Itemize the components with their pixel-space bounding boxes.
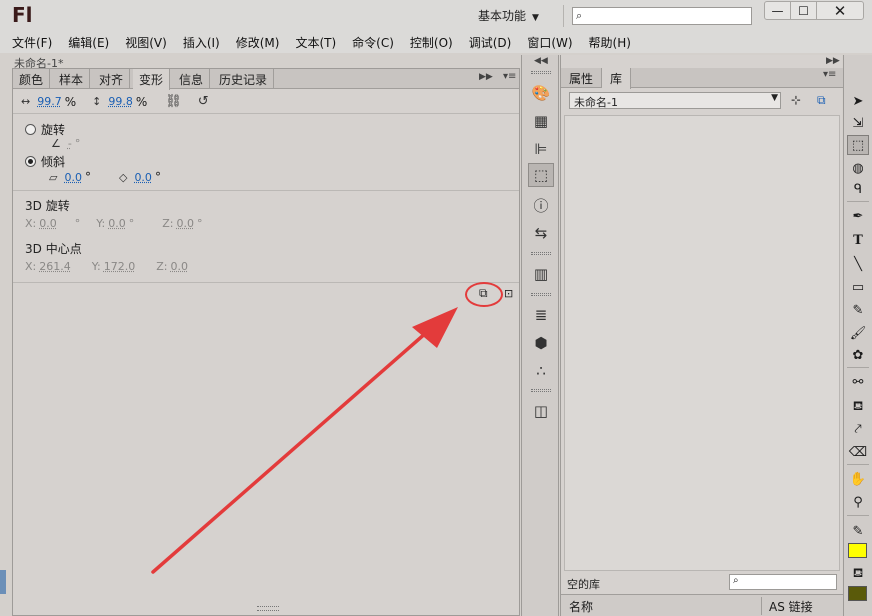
chevron-down-icon: ▼ [532, 13, 539, 23]
workspace-label: 基本功能 [478, 9, 527, 23]
panel-icon-dock: ◀◀ 🎨 ▦ ⊫ ⬚ ⓘ ⇆ ▥ ≣ ⬢ ∴ ◫ [521, 55, 559, 616]
color-panel-icon[interactable]: 🎨 [528, 81, 554, 105]
zoom-tool-icon[interactable]: ⚲ [847, 492, 869, 512]
library-panel-icon[interactable]: ▥ [528, 262, 554, 286]
pencil-tool-icon[interactable]: ✎ [847, 300, 869, 320]
library-document-value: 未命名-1 [574, 96, 618, 109]
title-separator [563, 5, 564, 27]
library-preview-area [564, 115, 840, 571]
workspace-switcher[interactable]: 基本功能 ▼ [478, 7, 539, 24]
menu-commands[interactable]: 命令(C) [344, 34, 402, 51]
search-icon: ⌕ [576, 9, 583, 22]
tools-panel: ➤ ⇲ ⬚ ◍ ᑫ ✒ T ╲ ▭ ✎ 🖌 ✿ ⚯ ⛾ ⤤ ⌫ ✋ ⚲ ✎ ⛾ [843, 55, 872, 616]
tool-divider [847, 464, 869, 465]
lasso-tool-icon[interactable]: ᑫ [847, 179, 869, 199]
deco-tool-icon[interactable]: ✿ [847, 345, 869, 365]
maximize-icon: ☐ [798, 3, 809, 18]
brush-tool-icon[interactable]: 🖌 [847, 323, 869, 343]
bone-tool-icon[interactable]: ⚯ [847, 372, 869, 392]
subselection-tool-icon[interactable]: ⇲ [847, 113, 869, 133]
tab-properties[interactable]: 属性 [561, 68, 603, 88]
motion-presets-icon[interactable]: ∴ [528, 359, 554, 383]
menu-control[interactable]: 控制(O) [402, 34, 461, 51]
library-column-header: 名称 AS 链接 [561, 594, 843, 616]
library-empty-label: 空的库 [567, 578, 600, 591]
search-icon: ⌕ [733, 575, 739, 586]
tool-divider [847, 367, 869, 368]
rectangle-tool-icon[interactable]: ▭ [847, 277, 869, 297]
menu-help[interactable]: 帮助(H) [581, 34, 639, 51]
close-button[interactable]: ✕ [816, 1, 864, 20]
app-logo: Fl [12, 3, 33, 27]
scene-panel-icon[interactable]: ◫ [528, 399, 554, 423]
tool-divider [847, 201, 869, 202]
expand-panel-icon[interactable]: ▶▶ [826, 56, 840, 66]
stroke-color-swatch[interactable] [848, 543, 867, 558]
3d-rotation-tool-icon[interactable]: ◍ [847, 158, 869, 178]
minimize-icon: — [771, 3, 784, 18]
tool-divider [847, 515, 869, 516]
maximize-button[interactable]: ☐ [790, 1, 817, 20]
menu-debug[interactable]: 调试(D) [461, 34, 520, 51]
fill-color-icon: ⛾ [852, 565, 864, 581]
dock-grip[interactable] [531, 252, 551, 255]
stage-edge [0, 570, 6, 594]
panel-menu-icon[interactable]: ▾≡ [823, 69, 836, 80]
library-panel: ▶▶ 属性 库 ▾≡ 未命名-1 ▼ ⊹ ⧉ 空的库 ⌕ 名称 AS 链接 [560, 55, 843, 616]
menu-view[interactable]: 视图(V) [117, 34, 175, 51]
resize-grip[interactable] [257, 606, 279, 611]
stroke-color-icon: ✎ [852, 523, 864, 539]
dock-grip[interactable] [531, 71, 551, 74]
pin-library-icon[interactable]: ⊹ [791, 93, 801, 107]
align-panel-icon[interactable]: ⊫ [528, 137, 554, 161]
swatches-panel-icon[interactable]: ▦ [528, 109, 554, 133]
transform-panel-icon[interactable]: ⬚ [528, 163, 554, 187]
info-panel-icon[interactable]: ⓘ [528, 193, 554, 217]
column-name[interactable]: 名称 [569, 598, 593, 615]
menu-edit[interactable]: 编辑(E) [60, 34, 117, 51]
components-icon[interactable]: ⬢ [528, 331, 554, 355]
menu-window[interactable]: 窗口(W) [519, 34, 580, 51]
column-divider[interactable] [761, 597, 762, 615]
tab-library[interactable]: 库 [602, 68, 632, 89]
fill-color-swatch[interactable] [848, 586, 867, 601]
eyedropper-tool-icon[interactable]: ⤤ [847, 419, 869, 439]
help-search-input[interactable]: ⌕ [572, 7, 752, 25]
text-tool-icon[interactable]: T [847, 230, 869, 250]
free-transform-tool-icon[interactable]: ⬚ [847, 135, 869, 155]
paint-bucket-tool-icon[interactable]: ⛾ [847, 397, 869, 417]
code-snippets-icon[interactable]: ≣ [528, 303, 554, 327]
hand-tool-icon[interactable]: ✋ [847, 469, 869, 489]
minimize-button[interactable]: — [764, 1, 791, 20]
menu-file[interactable]: 文件(F) [4, 34, 60, 51]
transform-panel: 颜色 样本 对齐 变形 信息 历史记录 ▶▶ ▾≡ ↔ 99.7 % ↕ 99.… [12, 68, 520, 616]
selection-tool-icon[interactable]: ➤ [847, 91, 869, 111]
menu-insert[interactable]: 插入(I) [175, 34, 228, 51]
new-library-panel-icon[interactable]: ⧉ [817, 93, 826, 108]
pen-tool-icon[interactable]: ✒ [847, 206, 869, 226]
chevron-down-icon: ▼ [771, 93, 778, 103]
library-document-select[interactable]: 未命名-1 ▼ [569, 92, 781, 109]
dock-grip[interactable] [531, 293, 551, 296]
collapse-dock-icon[interactable]: ◀◀ [534, 56, 548, 66]
eraser-tool-icon[interactable]: ⌫ [847, 442, 869, 462]
line-tool-icon[interactable]: ╲ [847, 254, 869, 274]
document-tab[interactable]: 未命名-1* [14, 55, 94, 70]
library-search-input[interactable]: ⌕ [729, 574, 837, 590]
close-icon: ✕ [833, 1, 847, 20]
dock-grip[interactable] [531, 389, 551, 392]
history-panel-icon[interactable]: ⇆ [528, 221, 554, 245]
menu-text[interactable]: 文本(T) [287, 34, 344, 51]
menu-modify[interactable]: 修改(M) [228, 34, 288, 51]
column-as-linkage[interactable]: AS 链接 [769, 598, 813, 615]
menu-bar: 文件(F) 编辑(E) 视图(V) 插入(I) 修改(M) 文本(T) 命令(C… [0, 32, 872, 53]
annotation-arrow [151, 307, 458, 574]
